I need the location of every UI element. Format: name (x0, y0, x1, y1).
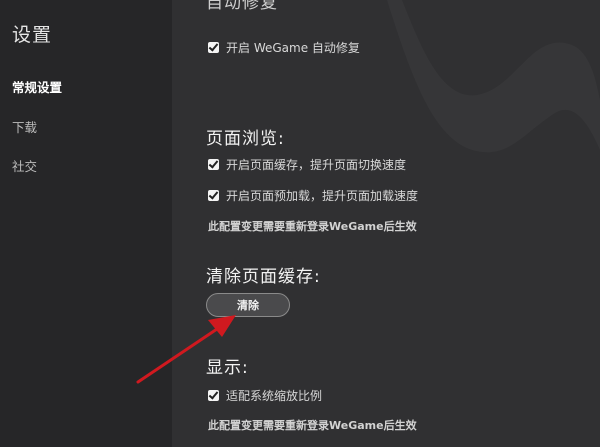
settings-content: 自动修复 开启 WeGame 自动修复 页面浏览: 开启页面缓存，提升页面切换速… (172, 0, 600, 447)
auto-repair-heading: 自动修复 (206, 0, 278, 13)
sidebar-item-download[interactable]: 下载 (12, 117, 37, 136)
display-note: 此配置变更需要重新登录WeGame后生效 (208, 419, 417, 432)
settings-window: 设置 常规设置 下载 社交 自动修复 开启 WeGame 自动修复 页面浏览: … (0, 0, 600, 447)
sidebar-item-social[interactable]: 社交 (12, 156, 37, 175)
display-heading: 显示: (206, 358, 249, 378)
auto-repair-option[interactable]: 开启 WeGame 自动修复 (208, 39, 360, 56)
page-cache-label: 开启页面缓存，提升页面切换速度 (226, 158, 407, 172)
system-scaling-option[interactable]: 适配系统缩放比例 (208, 387, 322, 404)
page-cache-option[interactable]: 开启页面缓存，提升页面切换速度 (208, 156, 406, 173)
page-cache-checkbox[interactable] (208, 159, 219, 170)
page-preload-option[interactable]: 开启页面预加载，提升页面加载速度 (208, 187, 418, 204)
system-scaling-checkbox[interactable] (208, 390, 219, 401)
page-preload-checkbox[interactable] (208, 190, 219, 201)
sidebar-item-general[interactable]: 常规设置 (12, 77, 62, 96)
sidebar: 设置 常规设置 下载 社交 (0, 0, 172, 447)
page-browse-note: 此配置变更需要重新登录WeGame后生效 (208, 220, 417, 233)
sidebar-title: 设置 (12, 24, 53, 46)
system-scaling-label: 适配系统缩放比例 (226, 389, 323, 403)
page-preload-label: 开启页面预加载，提升页面加载速度 (226, 189, 419, 203)
clear-cache-button[interactable]: 清除 (206, 293, 290, 317)
auto-repair-checkbox[interactable] (208, 42, 219, 53)
page-browse-heading: 页面浏览: (206, 129, 285, 149)
auto-repair-label: 开启 WeGame 自动修复 (226, 41, 360, 55)
clear-cache-heading: 清除页面缓存: (206, 267, 321, 287)
